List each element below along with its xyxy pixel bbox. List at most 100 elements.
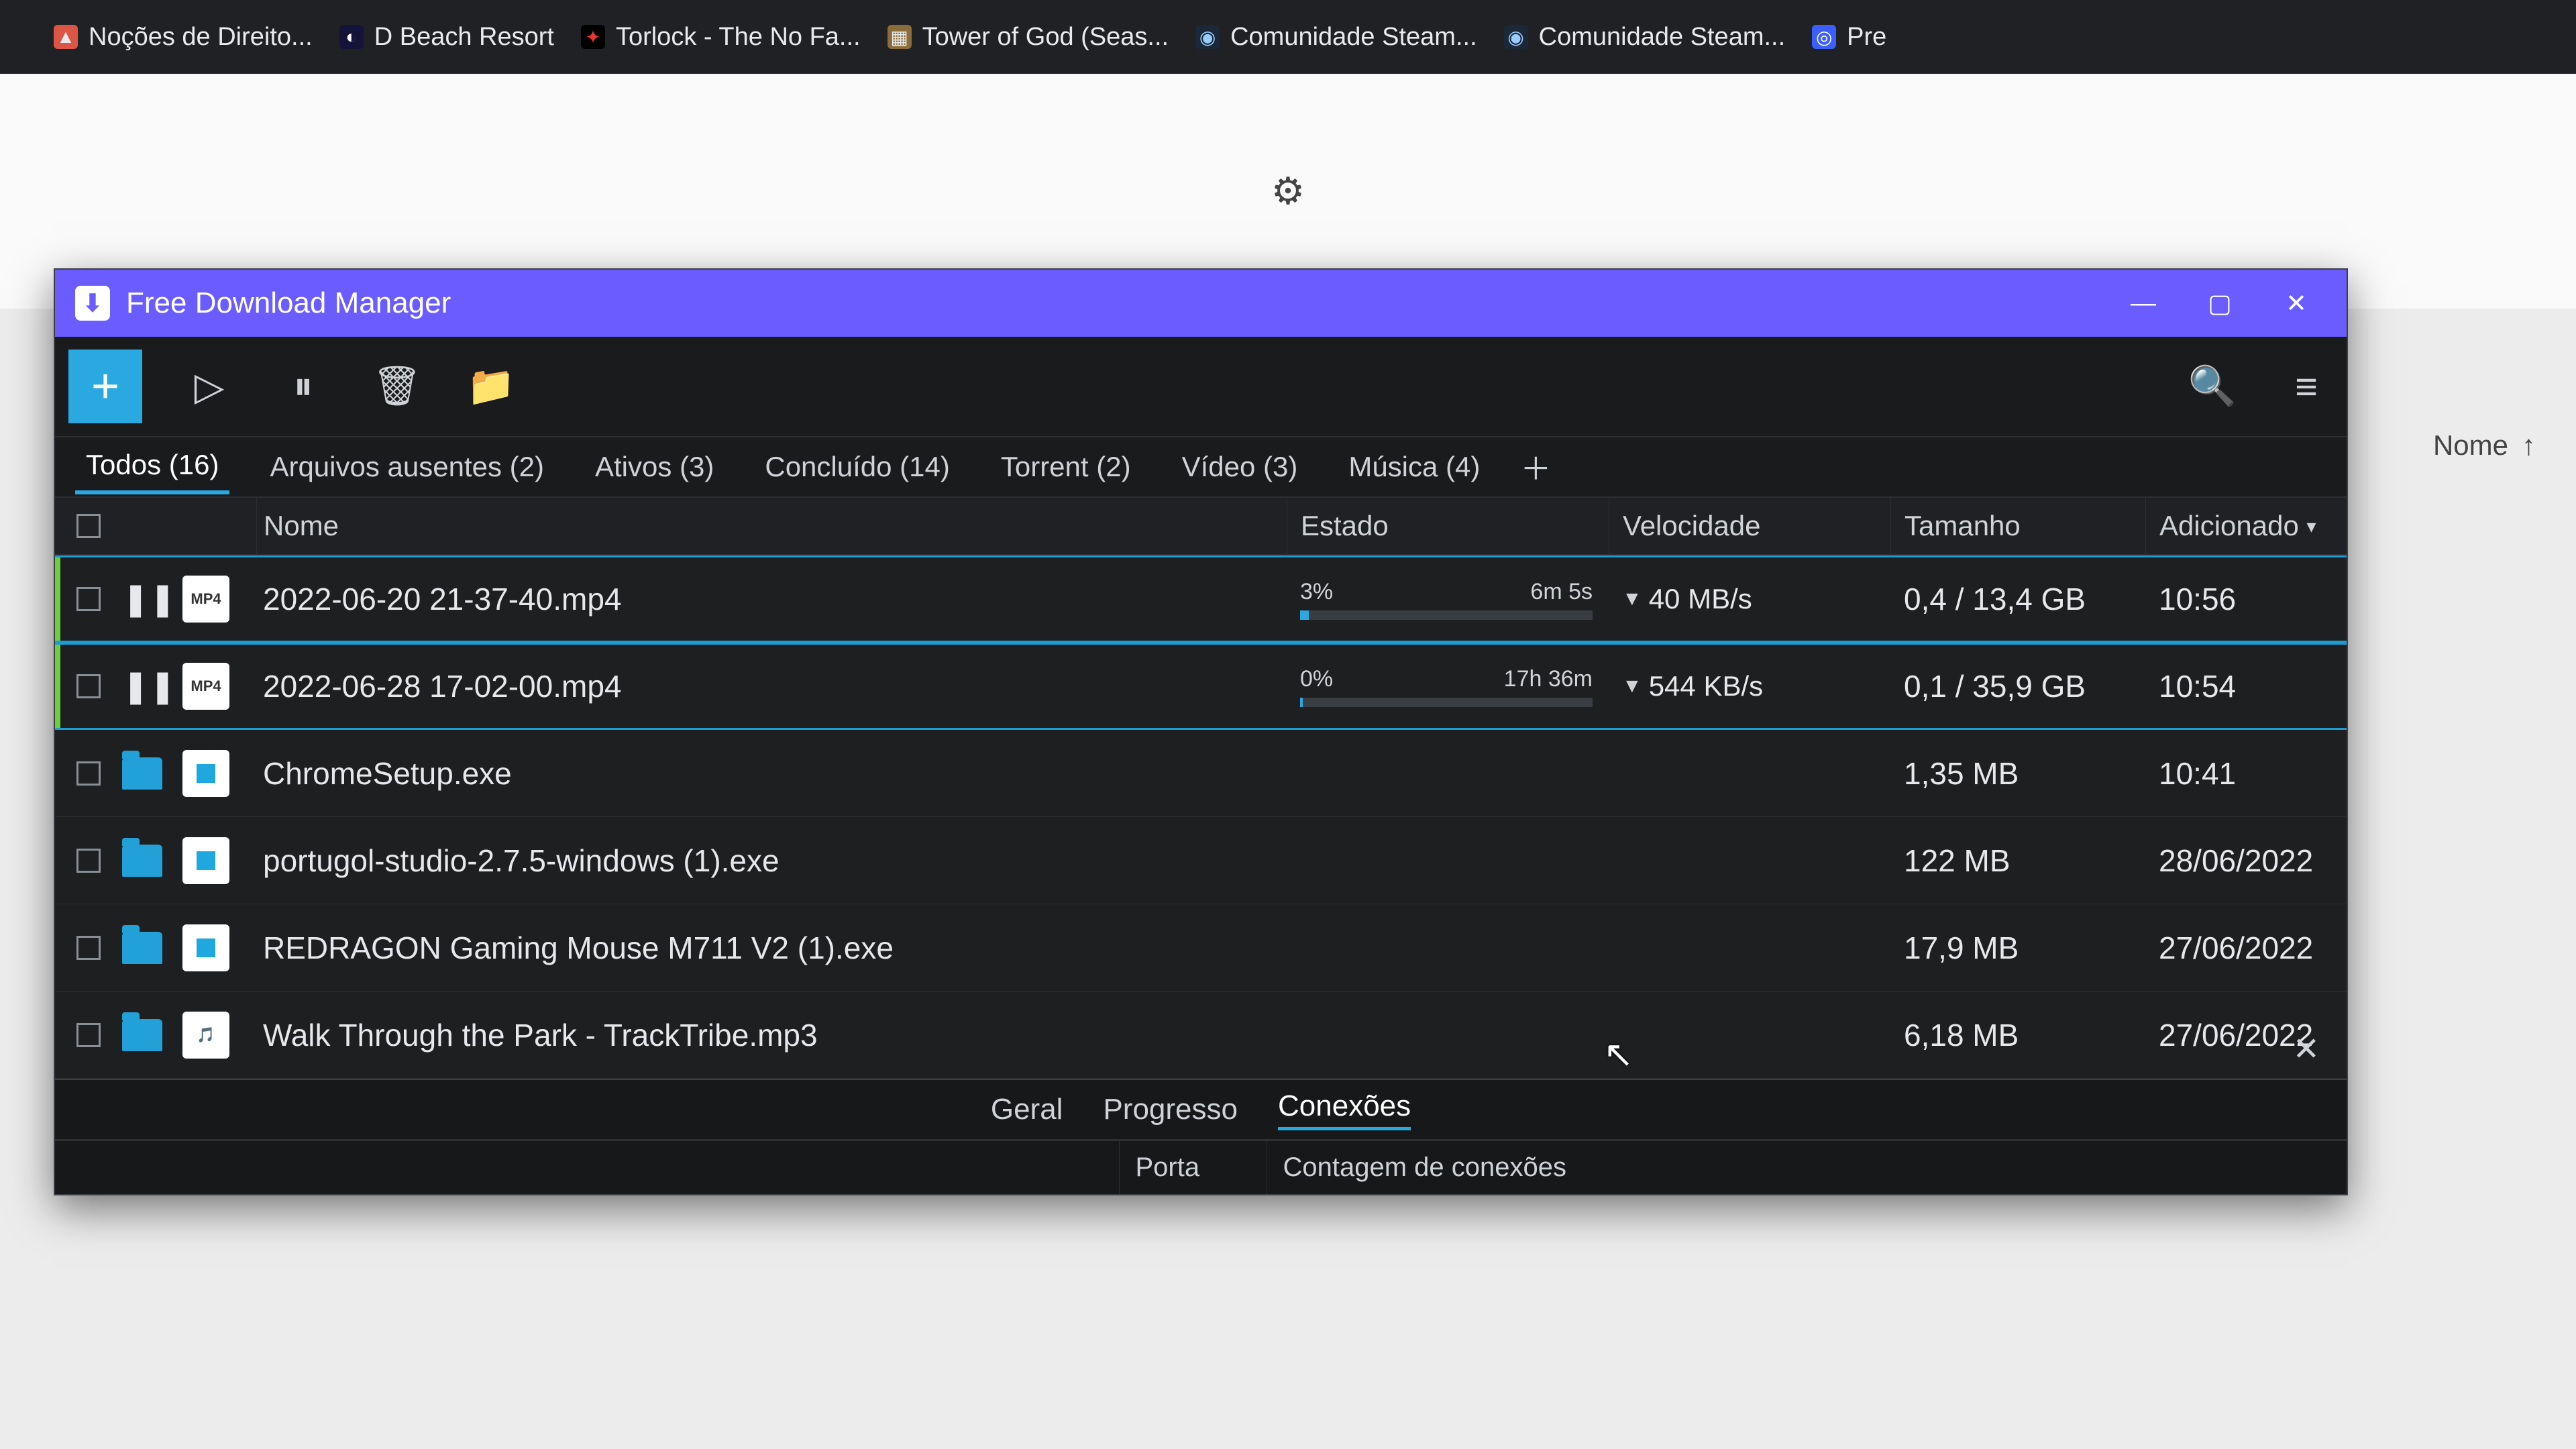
tab-torrent[interactable]: Torrent (2) (990, 441, 1142, 492)
file-type-icon (182, 750, 229, 797)
download-row[interactable]: ❚❚2022-06-28 17-02-00.mp40%17h 36m▼544 K… (55, 643, 2347, 730)
bookmark-label: D Beach Resort (374, 23, 554, 52)
detail-close-button[interactable]: ✕ (2293, 1030, 2320, 1068)
pause-icon[interactable]: ❚❚ (122, 582, 176, 617)
add-download-button[interactable]: + (68, 350, 142, 423)
download-eta: 17h 36m (1504, 666, 1593, 692)
main-toolbar: + ▷ ⏸ 🗑 📁 🔍 ≡ (55, 337, 2347, 437)
column-header-size[interactable]: Tamanho (1890, 498, 2145, 554)
column-header-label: Nome (2433, 429, 2508, 462)
minimize-icon: — (2131, 289, 2156, 318)
minimize-button[interactable]: — (2113, 276, 2174, 330)
detail-tab-connections[interactable]: Conexões (1278, 1089, 1411, 1130)
download-percent: 3% (1300, 579, 1333, 605)
tab-music[interactable]: Música (4) (1338, 441, 1491, 492)
downloads-column-headers: Nome Estado Velocidade Tamanho Adicionad… (55, 498, 2347, 555)
download-arrow-icon: ▼ (1622, 675, 1642, 698)
bookmark-icon: ▲ (54, 25, 78, 49)
download-state: 3% 6m 5s (1287, 579, 1609, 620)
mouse-cursor-icon: ↖ (1603, 1033, 1633, 1075)
filter-tabs: Todos (16) Arquivos ausentes (2) Ativos … (55, 437, 2347, 498)
move-to-folder-button[interactable]: 📁 (464, 360, 518, 413)
detail-column-connection-count[interactable]: Contagem de conexões (1267, 1152, 2347, 1183)
delete-button[interactable]: 🗑 (370, 360, 424, 413)
column-header-added[interactable]: Adicionado ▾ (2145, 498, 2347, 554)
download-name: Walk Through the Park - TrackTribe.mp3 (256, 1017, 1287, 1053)
download-speed: ▼40 MB/s (1609, 583, 1890, 615)
bookmark-item[interactable]: ◐ D Beach Resort (339, 23, 554, 52)
search-button[interactable]: 🔍 (2186, 360, 2239, 413)
bookmark-item[interactable]: ▦ Tower of God (Seas... (888, 23, 1169, 52)
download-eta: 6m 5s (1530, 579, 1593, 605)
row-checkbox[interactable] (76, 936, 101, 960)
file-type-icon (182, 663, 229, 710)
tab-all[interactable]: Todos (16) (75, 439, 229, 494)
download-size: 6,18 MB (1890, 1017, 2145, 1053)
column-header-speed[interactable]: Velocidade (1609, 498, 1890, 554)
tab-video[interactable]: Vídeo (3) (1171, 441, 1309, 492)
sliders-icon[interactable]: ⚙ (1271, 169, 1305, 213)
bookmark-label: Noções de Direito... (89, 23, 313, 52)
download-added: 10:41 (2145, 755, 2347, 792)
download-name: 2022-06-20 21-37-40.mp4 (256, 581, 1287, 617)
select-all-checkbox[interactable] (76, 514, 101, 538)
bookmark-icon: ◎ (1812, 25, 1836, 49)
bookmark-item[interactable]: ◎ Pre (1812, 23, 1886, 52)
progress-bar (1300, 698, 1593, 707)
open-folder-icon[interactable] (122, 932, 162, 964)
add-filter-tab-button[interactable]: ＋ (1520, 445, 1551, 489)
start-all-button[interactable]: ▷ (182, 360, 236, 413)
tab-missing-files[interactable]: Arquivos ausentes (2) (259, 441, 555, 492)
bookmark-icon: ◉ (1195, 25, 1220, 49)
file-type-icon (182, 837, 229, 884)
column-header-name[interactable]: Nome (256, 498, 1287, 554)
titlebar[interactable]: ⬇ Free Download Manager — ▢ ✕ (55, 270, 2347, 337)
row-checkbox[interactable] (76, 587, 101, 611)
plus-icon: + (91, 359, 119, 414)
download-name: REDRAGON Gaming Mouse M711 V2 (1).exe (256, 930, 1287, 966)
bookmark-item[interactable]: ◉ Comunidade Steam... (1504, 23, 1786, 52)
download-size: 0,4 / 13,4 GB (1890, 581, 2145, 617)
column-header-state[interactable]: Estado (1287, 498, 1609, 554)
download-state: 0% 17h 36m (1287, 666, 1609, 707)
close-button[interactable]: ✕ (2266, 276, 2326, 330)
download-row[interactable]: portugol-studio-2.7.5-windows (1).exe122… (55, 817, 2347, 904)
download-name: portugol-studio-2.7.5-windows (1).exe (256, 843, 1287, 879)
maximize-button[interactable]: ▢ (2190, 276, 2250, 330)
menu-button[interactable]: ≡ (2279, 360, 2333, 413)
bookmark-label: Comunidade Steam... (1539, 23, 1786, 52)
file-explorer-column-header[interactable]: Nome ↑ (2433, 429, 2536, 462)
download-added: 10:56 (2145, 581, 2347, 617)
open-folder-icon[interactable] (122, 845, 162, 877)
row-checkbox[interactable] (76, 849, 101, 873)
sort-indicator-icon: ▾ (2307, 515, 2316, 537)
progress-bar (1300, 610, 1593, 620)
pause-all-button[interactable]: ⏸ (276, 360, 330, 413)
tab-active[interactable]: Ativos (3) (584, 441, 724, 492)
open-folder-icon[interactable] (122, 757, 162, 790)
file-type-icon: 🎵 (182, 1012, 229, 1059)
downloads-list: ❚❚ 2022-06-20 21-37-40.mp4 3% 6m 5s ▼40 MB/s… (55, 555, 2347, 1079)
download-row[interactable]: ChromeSetup.exe1,35 MB10:41 (55, 730, 2347, 817)
open-folder-icon[interactable] (122, 1019, 162, 1051)
download-row[interactable]: ❚❚ 2022-06-20 21-37-40.mp4 3% 6m 5s ▼40 MB/s… (55, 555, 2347, 643)
detail-tab-progress[interactable]: Progresso (1103, 1093, 1238, 1126)
tab-completed[interactable]: Concluído (14) (754, 441, 960, 492)
download-size: 1,35 MB (1890, 755, 2145, 792)
detail-column-port[interactable]: Porta (1120, 1141, 1267, 1194)
download-row[interactable]: REDRAGON Gaming Mouse M711 V2 (1).exe17,… (55, 904, 2347, 991)
fdm-window: ⬇ Free Download Manager — ▢ ✕ + ▷ ⏸ 🗑 📁 … (54, 268, 2348, 1195)
row-checkbox[interactable] (76, 761, 101, 786)
bookmark-item[interactable]: ▲ Noções de Direito... (54, 23, 313, 52)
maximize-icon: ▢ (2208, 288, 2232, 319)
download-added: 28/06/2022 (2145, 843, 2347, 879)
bookmark-item[interactable]: ✦ Torlock - The No Fa... (581, 23, 861, 52)
app-logo-icon: ⬇ (75, 286, 110, 321)
bookmark-item[interactable]: ◉ Comunidade Steam... (1195, 23, 1477, 52)
download-percent: 0% (1300, 666, 1333, 692)
detail-tab-general[interactable]: Geral (991, 1093, 1063, 1126)
row-checkbox[interactable] (76, 674, 101, 698)
row-checkbox[interactable] (76, 1023, 101, 1047)
pause-icon[interactable]: ❚❚ (122, 669, 176, 704)
download-row[interactable]: 🎵 Walk Through the Park - TrackTribe.mp3 6… (55, 991, 2347, 1079)
